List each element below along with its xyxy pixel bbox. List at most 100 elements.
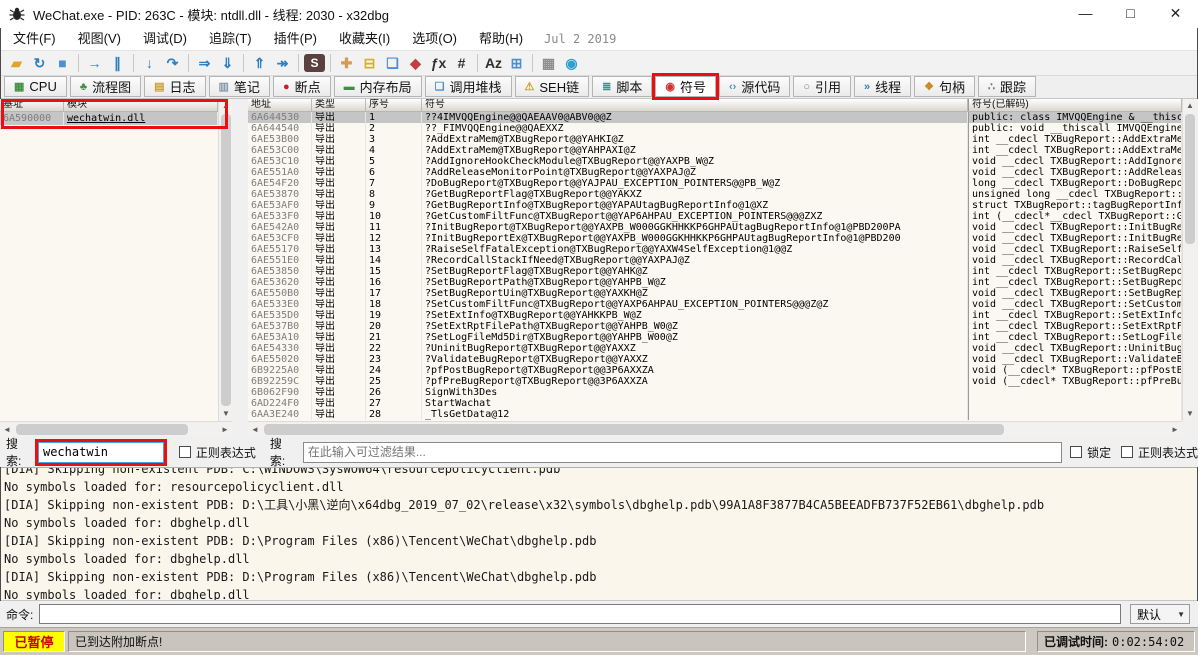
stop-icon[interactable]: ■ — [52, 53, 73, 74]
table-row[interactable]: 6B9225A0导出24?pfPostBugReport@TXBugReport… — [248, 365, 1182, 376]
tab-seh[interactable]: ⚠SEH链 — [515, 76, 590, 97]
table-row[interactable]: 6AE551E0导出14?RecordCallStackIfNeed@TXBug… — [248, 255, 1182, 266]
pane-splitter[interactable] — [232, 99, 248, 437]
globe-icon[interactable]: ◉ — [561, 53, 582, 74]
table-row[interactable]: 6AE542A0导出11?InitBugReport@TXBugReport@@… — [248, 222, 1182, 233]
filter-input[interactable] — [303, 442, 1062, 463]
table-row[interactable]: 6AE551A0导出6?AddReleaseMonitorPoint@TXBug… — [248, 167, 1182, 178]
open-file-icon[interactable]: ▰ — [6, 53, 27, 74]
table-row[interactable]: 6AE55170导出13?RaiseSelfFatalException@TXB… — [248, 244, 1182, 255]
labels-icon[interactable]: ❏ — [382, 53, 403, 74]
minimize-button[interactable]: — — [1063, 0, 1108, 28]
regex-checkbox-2[interactable] — [1121, 446, 1133, 458]
scrollbar-thumb[interactable] — [264, 424, 1004, 435]
table-row[interactable]: 6AE53B00导出3?AddExtraMem@TXBugReport@@YAH… — [248, 134, 1182, 145]
symbols-horizontal-scrollbar[interactable]: ◄ ► — [248, 421, 1182, 436]
go-to-user-module-icon[interactable]: ↠ — [272, 53, 293, 74]
scroll-up-icon[interactable]: ▲ — [219, 99, 233, 113]
table-row[interactable]: 6A644540导出2??_FIMVQQEngine@@QAEXXZpublic… — [248, 123, 1182, 134]
menu-item-1[interactable]: 视图(V) — [67, 28, 132, 50]
table-row[interactable]: 6AE537B0导出20?SetExtRptFilePath@TXBugRepo… — [248, 321, 1182, 332]
regex-checkbox[interactable] — [179, 446, 191, 458]
scrollbar-thumb[interactable] — [1185, 114, 1195, 244]
tab-handles[interactable]: ❖句柄 — [914, 76, 975, 97]
symbols-vertical-scrollbar[interactable]: ▲ ▼ — [1182, 99, 1196, 421]
table-row[interactable]: 6AE53850导出15?SetBugReportFlag@TXBugRepor… — [248, 266, 1182, 277]
tab-notes[interactable]: ▥笔记 — [209, 76, 270, 97]
scroll-left-icon[interactable]: ◄ — [248, 422, 262, 437]
tab-threads[interactable]: »线程 — [854, 76, 911, 97]
tab-memory-map[interactable]: ▬内存布局 — [334, 76, 422, 97]
table-row[interactable]: 6B92259C导出25?pfPreBugReport@TXBugReport@… — [248, 376, 1182, 387]
font-icon[interactable]: Az — [483, 53, 504, 74]
step-over-icon[interactable]: ↷ — [162, 53, 183, 74]
table-row[interactable]: 6A644530导出1??4IMVQQEngine@@QAEAAV0@ABV0@… — [248, 112, 1182, 123]
table-row[interactable]: 6AE53870导出8?GetBugReportFlag@TXBugReport… — [248, 189, 1182, 200]
tab-symbols[interactable]: ◉符号 — [655, 76, 716, 97]
table-row[interactable]: 6AE550B0导出17?SetBugReportUin@TXBugReport… — [248, 288, 1182, 299]
maximize-button[interactable]: □ — [1108, 0, 1153, 28]
scroll-right-icon[interactable]: ► — [218, 422, 232, 437]
table-row[interactable]: 6AE53A10导出21?SetLogFileMd5Dir@TXBugRepor… — [248, 332, 1182, 343]
table-row[interactable]: 6AE53620导出16?SetBugReportPath@TXBugRepor… — [248, 277, 1182, 288]
pause-icon[interactable]: ∥ — [107, 53, 128, 74]
comments-icon[interactable]: ⊟ — [359, 53, 380, 74]
menu-item-4[interactable]: 插件(P) — [263, 28, 328, 50]
module-search-input[interactable] — [38, 442, 164, 463]
menu-item-7[interactable]: 帮助(H) — [468, 28, 534, 50]
goto-dialog-icon[interactable]: ⊞ — [506, 53, 527, 74]
table-row[interactable]: 6AE53C10导出5?AddIgnoreHookCheckModule@TXB… — [248, 156, 1182, 167]
tab-script[interactable]: ≣脚本 — [592, 76, 652, 97]
tab-call-stack[interactable]: ❏调用堆栈 — [425, 76, 512, 97]
table-row[interactable]: 6AE53AF0导出9?GetBugReportInfo@TXBugReport… — [248, 200, 1182, 211]
command-profile-combobox[interactable]: 默认 ▼ — [1130, 604, 1190, 624]
scrollbar-thumb[interactable] — [16, 424, 188, 435]
table-row[interactable]: 6A590000wechatwin.dll — [0, 112, 218, 125]
tab-trace[interactable]: ∴跟踪 — [978, 76, 1036, 97]
table-row[interactable]: 6AA3E240导出28_TlsGetData@12 — [248, 409, 1182, 420]
favourites-icon[interactable]: ◆ — [405, 53, 426, 74]
tab-source[interactable]: ‹›源代码 — [719, 76, 790, 97]
run-to-user-code-icon[interactable]: ⇓ — [217, 53, 238, 74]
lock-checkbox[interactable] — [1070, 446, 1082, 458]
scroll-down-icon[interactable]: ▼ — [219, 407, 233, 421]
table-row[interactable]: 6AE533E0导出18?SetCustomFiltFunc@TXBugRepo… — [248, 299, 1182, 310]
settings-icon[interactable]: S — [304, 54, 325, 72]
table-row[interactable]: 6AE54F20导出7?DoBugReport@TXBugReport@@YAJ… — [248, 178, 1182, 189]
tab-graph[interactable]: ♣流程图 — [70, 76, 141, 97]
calculator-icon[interactable]: ▦ — [538, 53, 559, 74]
run-icon[interactable]: → — [84, 53, 105, 74]
scroll-down-icon[interactable]: ▼ — [1183, 407, 1197, 421]
table-row[interactable]: 6AD224F0导出27StartWachat — [248, 398, 1182, 409]
menu-item-0[interactable]: 文件(F) — [2, 28, 67, 50]
menu-item-6[interactable]: 选项(O) — [401, 28, 468, 50]
patches-icon[interactable]: ✚ — [336, 53, 357, 74]
scroll-up-icon[interactable]: ▲ — [1183, 99, 1197, 113]
tab-log[interactable]: ▤日志 — [144, 76, 205, 97]
table-row[interactable]: 6AE53C00导出4?AddExtraMem@TXBugReport@@YAH… — [248, 145, 1182, 156]
hash-icon[interactable]: # — [451, 53, 472, 74]
menu-item-2[interactable]: 调试(D) — [132, 28, 198, 50]
modules-horizontal-scrollbar[interactable]: ◄ ► — [0, 421, 232, 436]
table-row[interactable]: 6AE535D0导出19?SetExtInfo@TXBugReport@@YAH… — [248, 310, 1182, 321]
close-button[interactable]: ✕ — [1153, 0, 1198, 28]
table-row[interactable]: 6AE533F0导出10?GetCustomFiltFunc@TXBugRepo… — [248, 211, 1182, 222]
execute-till-return-icon[interactable]: ⇒ — [194, 53, 215, 74]
menu-item-5[interactable]: 收藏夹(I) — [328, 28, 401, 50]
table-row[interactable]: 6AE55020导出23?ValidateBugReport@TXBugRepo… — [248, 354, 1182, 365]
tab-breakpoints[interactable]: ●断点 — [273, 76, 331, 97]
tab-cpu[interactable]: ▦CPU — [4, 76, 67, 97]
restart-icon[interactable]: ↻ — [29, 53, 50, 74]
step-out-icon[interactable]: ⇑ — [249, 53, 270, 74]
step-into-icon[interactable]: ↓ — [139, 53, 160, 74]
functions-fx-icon[interactable]: ƒx — [428, 53, 449, 74]
command-input[interactable] — [39, 604, 1121, 624]
modules-vertical-scrollbar[interactable]: ▲ ▼ — [218, 99, 232, 421]
table-row[interactable]: 6B062F90导出26SignWith3Des — [248, 387, 1182, 398]
table-row[interactable]: 6AE54330导出22?UninitBugReport@TXBugReport… — [248, 343, 1182, 354]
menu-item-3[interactable]: 追踪(T) — [198, 28, 263, 50]
table-row[interactable]: 6AE53CF0导出12?InitBugReportEx@TXBugReport… — [248, 233, 1182, 244]
scrollbar-thumb[interactable] — [221, 114, 231, 406]
tab-references[interactable]: ○引用 — [793, 76, 851, 97]
scroll-right-icon[interactable]: ► — [1168, 422, 1182, 437]
